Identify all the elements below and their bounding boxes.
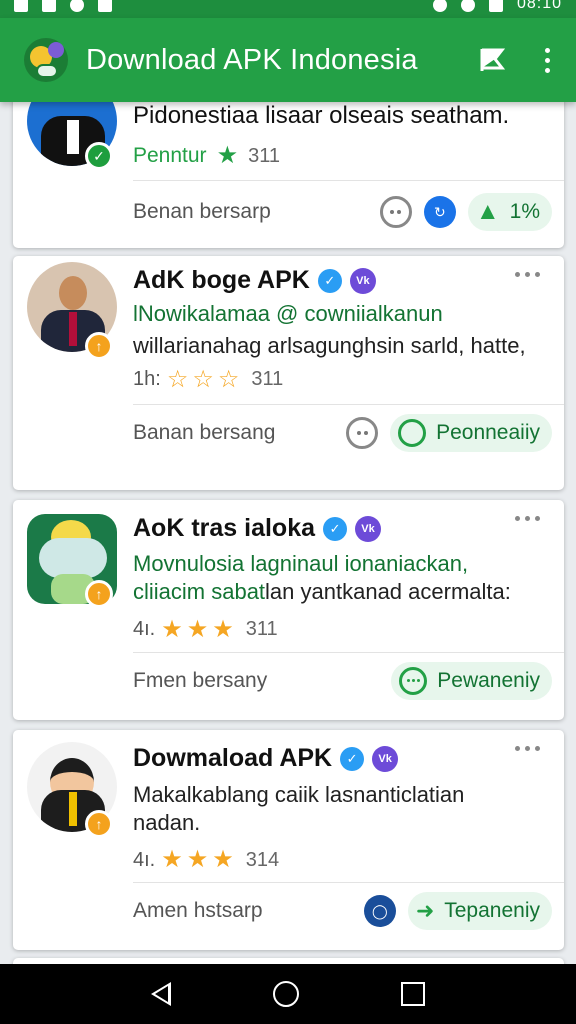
bottom-label: Benan bersarp — [133, 200, 271, 223]
card-subtitle-continuation: cliiacim sabat — [133, 579, 266, 605]
action-label: Peonneaiiy — [436, 420, 540, 444]
action-label: Pewaneniy — [437, 668, 540, 692]
app-card[interactable]: ↑ Dowmaload APK ✓ Vk Makalkablang caiik … — [13, 730, 564, 950]
card-description: willarianahag arlsagunghsin sarld, hatte… — [133, 333, 526, 359]
card-title: AdK boge APK — [133, 266, 310, 294]
home-icon[interactable] — [273, 981, 299, 1007]
thumbs-up-icon: ▲ — [475, 198, 500, 225]
vk-badge-icon: Vk — [355, 515, 382, 542]
blue-check-badge-icon: ✓ — [340, 746, 365, 771]
arrow-right-icon: ➜ — [415, 898, 435, 923]
star-icon: ★ — [161, 615, 183, 643]
star-icon: ★ — [212, 615, 234, 643]
rating-count: 311 — [248, 144, 280, 167]
blue-check-badge-icon: ✓ — [323, 516, 348, 541]
download-badge-button[interactable]: ◯ — [363, 895, 396, 927]
action-button[interactable]: Peonneaiiy — [390, 413, 552, 452]
app-card[interactable]: ↑ AoK tras ialoka ✓ Vk Movnulosia lagnin… — [13, 500, 564, 720]
more-options-button[interactable] — [379, 196, 412, 228]
overflow-menu-icon[interactable] — [539, 44, 556, 77]
star-icon: ★ — [161, 846, 183, 873]
app-logo-icon — [24, 38, 68, 82]
loading-ring-icon — [398, 418, 427, 447]
star-icon: ★ — [186, 615, 209, 643]
flag-icon[interactable] — [479, 47, 505, 73]
bottom-label: Fmen bersany — [133, 668, 268, 692]
star-icon: ☆ — [192, 365, 214, 393]
rating-label: Penntur — [133, 144, 207, 167]
star-icon: ★ — [212, 846, 234, 873]
recent-apps-icon[interactable] — [401, 982, 425, 1006]
vk-badge-icon: Vk — [349, 267, 376, 294]
app-card[interactable]: ↑ AdK boge APK ✓ Vk lNowikalamaa @ cowni… — [13, 256, 564, 490]
card-subtitle: lNowikalamaa @ cowniialkanun — [133, 301, 443, 326]
action-label: Tepaneniy — [444, 899, 540, 922]
card-subtitle: Movnulosia lagninaul ionaniackan, — [133, 551, 469, 576]
rating-label: 4ı. — [133, 618, 156, 641]
bottom-label: Amen hstsarp — [133, 899, 263, 922]
like-count: 1% — [509, 200, 540, 223]
blue-check-badge-icon: ✓ — [317, 268, 342, 293]
rating-count: 311 — [245, 618, 278, 641]
vk-badge-icon: Vk — [372, 745, 399, 772]
action-button[interactable]: Pewaneniy — [391, 661, 552, 700]
app-feed[interactable]: ✓ Pidonestiaa lisaar olseais seatham. Pe… — [0, 0, 576, 964]
bottom-label: Banan bersang — [133, 420, 276, 444]
star-icon: ☆ — [166, 365, 189, 393]
star-icon: ☆ — [217, 365, 240, 393]
rating-label: 1h: — [133, 368, 161, 391]
like-button[interactable]: ▲ 1% — [467, 193, 552, 231]
star-icon: ★ — [186, 846, 209, 873]
action-button[interactable]: ➜ Tepaneniy — [407, 892, 552, 930]
card-title: AoK tras ialoka — [133, 514, 316, 542]
card-title: Pidonestiaa lisaar olseais seatham. — [133, 102, 510, 129]
rating-count: 311 — [251, 368, 284, 391]
more-dots-icon — [399, 666, 428, 695]
app-bar: Download APK Indonesia — [0, 18, 576, 102]
back-icon[interactable] — [151, 982, 171, 1006]
star-icon: ★ — [216, 142, 239, 169]
share-button[interactable]: ↻ — [423, 196, 456, 228]
rating-label: 4ı. — [133, 848, 156, 871]
rating-count: 314 — [245, 848, 280, 871]
system-nav-bar — [0, 964, 576, 1024]
card-description: lan yantkanad acermalta: — [265, 579, 511, 605]
app-title: Download APK Indonesia — [86, 43, 418, 76]
card-title: Dowmaload APK — [133, 744, 333, 772]
more-options-button[interactable] — [346, 416, 379, 449]
card-description: Makalkablang caiik lasnanticlatian nadan… — [133, 782, 465, 835]
